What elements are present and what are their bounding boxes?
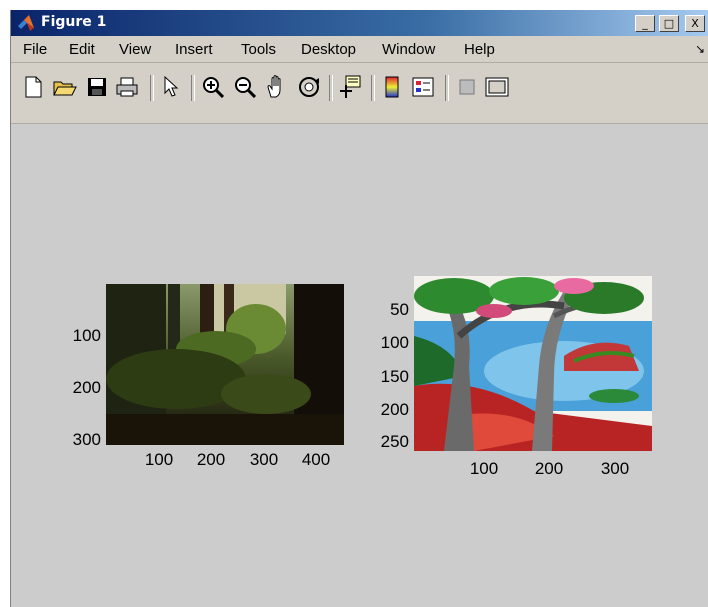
- axes-2-ytick: 100: [380, 333, 409, 352]
- menu-desktop[interactable]: Desktop: [301, 41, 356, 58]
- new-figure-icon[interactable]: [21, 75, 45, 99]
- zoom-out-icon[interactable]: [233, 75, 257, 99]
- menu-help[interactable]: Help: [464, 41, 495, 58]
- save-icon[interactable]: [85, 75, 109, 99]
- axes-2-ytick: 150: [380, 367, 409, 386]
- toolbar-separator: [445, 75, 449, 101]
- axes-1-xtick: 100: [144, 450, 174, 469]
- matlab-logo-icon: [18, 15, 34, 31]
- toolbar-separator: [191, 75, 195, 101]
- menu-overflow-arrow-icon[interactable]: ↘: [695, 42, 705, 56]
- rotate-3d-icon[interactable]: [297, 75, 321, 99]
- figure-window: Figure 1 _ □ X File Edit View Insert Too…: [10, 10, 708, 607]
- forest-image: [106, 284, 344, 445]
- data-cursor-icon[interactable]: [338, 75, 362, 99]
- toolbar-separator: [150, 75, 154, 101]
- menu-view[interactable]: View: [119, 41, 151, 58]
- title-bar[interactable]: Figure 1 _ □ X: [11, 10, 708, 36]
- menu-insert[interactable]: Insert: [175, 41, 213, 58]
- axes-2-ytick: 200: [380, 400, 409, 419]
- menu-tools[interactable]: Tools: [241, 41, 276, 58]
- print-icon[interactable]: [115, 75, 139, 99]
- menu-file[interactable]: File: [23, 41, 47, 58]
- maximize-button[interactable]: □: [659, 15, 679, 32]
- zoom-in-icon[interactable]: [201, 75, 225, 99]
- edit-plot-icon[interactable]: [159, 75, 183, 99]
- axes-1-ytick: 200: [72, 378, 101, 397]
- insert-colorbar-icon[interactable]: [380, 75, 404, 99]
- menu-edit[interactable]: Edit: [69, 41, 95, 58]
- axes-2-ytick: 250: [380, 432, 409, 451]
- open-file-icon[interactable]: [53, 75, 77, 99]
- toolbar-separator: [371, 75, 375, 101]
- toolbar-separator: [329, 75, 333, 101]
- axes-1-xtick: 400: [301, 450, 331, 469]
- insert-legend-icon[interactable]: [411, 75, 435, 99]
- window-title: Figure 1: [41, 14, 107, 30]
- toolbar: [11, 63, 708, 124]
- hide-plot-tools-icon[interactable]: [455, 75, 479, 99]
- figure-canvas: 100 200 300 100 200 300 400 50 100 150 2…: [11, 124, 708, 607]
- axes-1-xtick: 300: [249, 450, 279, 469]
- close-button[interactable]: X: [685, 15, 705, 32]
- axes-2-xtick: 300: [600, 459, 630, 478]
- axes-2-ytick: 50: [390, 300, 409, 319]
- axes-1-ytick: 100: [72, 326, 101, 345]
- menu-window[interactable]: Window: [382, 41, 435, 58]
- axes-1[interactable]: [106, 284, 344, 445]
- minimize-button[interactable]: _: [635, 15, 655, 32]
- pan-icon[interactable]: [265, 75, 289, 99]
- axes-1-xtick: 200: [196, 450, 226, 469]
- tree-painting-image: [414, 276, 652, 451]
- axes-1-ytick: 300: [72, 430, 101, 449]
- axes-2-xtick: 200: [534, 459, 564, 478]
- axes-2[interactable]: [414, 276, 652, 451]
- axes-2-xtick: 100: [469, 459, 499, 478]
- show-plot-tools-icon[interactable]: [485, 75, 509, 99]
- menu-bar: File Edit View Insert Tools Desktop Wind…: [11, 36, 708, 63]
